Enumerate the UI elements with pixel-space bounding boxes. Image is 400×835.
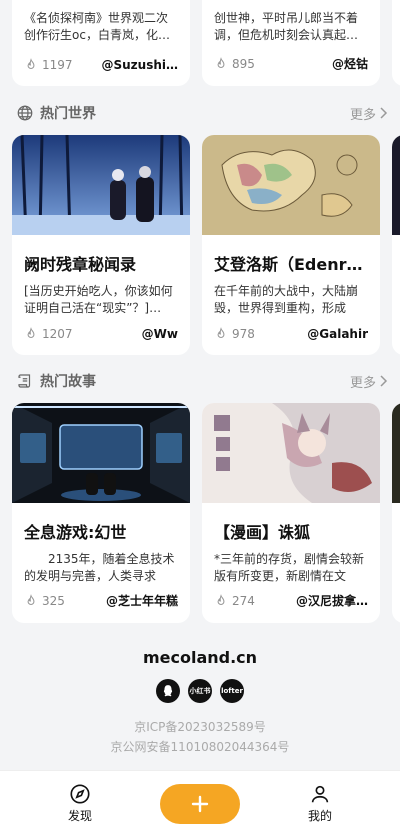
likes-count: 274	[214, 594, 255, 608]
worlds-card-row: 阙时残章秘闻录 [当历史开始吃人，你该如何证明自己活在“现实”？]… 1207 …	[12, 135, 400, 355]
world-cover-image	[12, 135, 190, 235]
flame-icon	[217, 56, 225, 68]
story-card-2[interactable]: 【漫画】诛狐 *三年前的存货，剧情会较新版有所变更，新剧情在文游… 274 @汉…	[202, 403, 380, 623]
author-name[interactable]: @Suzushi…	[101, 58, 178, 72]
bottom-tab-bar: 发现 我的	[0, 770, 400, 835]
author-name[interactable]: @汉尼拔拿…	[296, 592, 368, 609]
lofter-icon[interactable]: lofter	[220, 679, 244, 703]
tab-mine[interactable]: 我的	[290, 783, 350, 824]
likes-count: 1197	[24, 58, 73, 72]
section-header-stories: 热门故事 更多	[16, 370, 388, 392]
card-description: 2135年，随着全息技术的发明与完善，人类寻求着…	[24, 552, 175, 583]
card-description: 在千年前的大战中，大陆崩毁，世界得到重构，形成了…	[214, 284, 359, 315]
police-registration[interactable]: 京公网安备11010802044364号	[0, 737, 400, 757]
tab-discover[interactable]: 发现	[50, 783, 110, 824]
author-name[interactable]: @烃钴	[332, 55, 368, 72]
story-cover-image	[202, 403, 380, 503]
site-domain: mecoland.cn	[142, 648, 258, 667]
globe-icon	[17, 105, 33, 121]
author-name[interactable]: @Ww	[142, 327, 178, 341]
xiaohongshu-icon[interactable]: 小红书	[188, 679, 212, 703]
card-description: [当历史开始吃人，你该如何证明自己活在“现实”？]…	[24, 284, 173, 315]
card-description: *三年前的存货，剧情会较新版有所变更，新剧情在文游…	[214, 552, 365, 583]
section-header-worlds: 热门世界 更多	[16, 102, 388, 124]
more-worlds-link[interactable]: 更多	[350, 104, 388, 123]
flame-icon	[217, 327, 225, 338]
flame-icon	[27, 593, 35, 605]
world-card-1[interactable]: 阙时残章秘闻录 [当历史开始吃人，你该如何证明自己活在“现实”？]… 1207 …	[12, 135, 190, 355]
author-name[interactable]: @Galahir	[307, 327, 368, 341]
character-card-2[interactable]: 创世神，平时吊儿郎当不着调，但危机时刻会认真起… 895 @烃钴	[202, 0, 380, 86]
icp-license[interactable]: 京ICP备2023032589号	[0, 717, 400, 737]
section-title: 热门故事	[16, 371, 96, 391]
flame-icon	[217, 593, 225, 605]
create-button[interactable]	[160, 784, 240, 824]
character-card-peek[interactable]	[392, 0, 400, 86]
likes-count: 325	[24, 594, 65, 608]
stories-card-row: 全息游戏:幻世 2135年，随着全息技术的发明与完善，人类寻求着… 325 @芝…	[12, 403, 400, 623]
more-stories-link[interactable]: 更多	[350, 372, 388, 391]
world-card-peek[interactable]	[392, 135, 400, 355]
user-icon	[311, 785, 329, 803]
world-map-image	[202, 135, 380, 235]
card-title: 全息游戏:幻世	[24, 523, 127, 542]
card-description: 《名侦探柯南》世界观二次创作衍生oc，白青岚，化…	[24, 11, 170, 42]
social-links: 小红书 lofter	[0, 679, 400, 703]
story-card-peek[interactable]	[392, 403, 400, 623]
plus-icon	[191, 795, 209, 813]
author-name[interactable]: @芝士年年糕	[106, 592, 178, 609]
story-card-1[interactable]: 全息游戏:幻世 2135年，随着全息技术的发明与完善，人类寻求着… 325 @芝…	[12, 403, 190, 623]
card-title: 艾登洛斯（Edenros）	[214, 255, 380, 274]
qq-icon[interactable]	[156, 679, 180, 703]
site-footer: mecoland.cn 小红书 lofter 京ICP备2023032589号 …	[0, 648, 400, 757]
likes-count: 1207	[24, 327, 73, 341]
story-cover-image	[12, 403, 190, 503]
main-content: 《名侦探柯南》世界观二次创作衍生oc，白青岚，化… 1197 @Suzushi……	[0, 0, 400, 770]
card-description: 创世神，平时吊儿郎当不着调，但危机时刻会认真起…	[214, 11, 359, 42]
flame-icon	[27, 58, 35, 69]
top-card-row: 《名侦探柯南》世界观二次创作衍生oc，白青岚，化… 1197 @Suzushi……	[12, 0, 400, 86]
character-card-1[interactable]: 《名侦探柯南》世界观二次创作衍生oc，白青岚，化… 1197 @Suzushi…	[12, 0, 190, 86]
world-card-2[interactable]: 艾登洛斯（Edenros） 在千年前的大战中，大陆崩毁，世界得到重构，形成了… …	[202, 135, 380, 355]
compass-icon	[70, 784, 90, 804]
chevron-right-icon	[380, 107, 388, 119]
scroll-icon	[18, 374, 31, 388]
card-title: 阙时残章秘闻录	[24, 255, 137, 274]
likes-count: 895	[214, 57, 255, 71]
chevron-right-icon	[380, 375, 388, 387]
flame-icon	[27, 327, 35, 338]
likes-count: 978	[214, 327, 255, 341]
card-title: 【漫画】诛狐	[214, 523, 311, 542]
section-title: 热门世界	[16, 103, 96, 123]
